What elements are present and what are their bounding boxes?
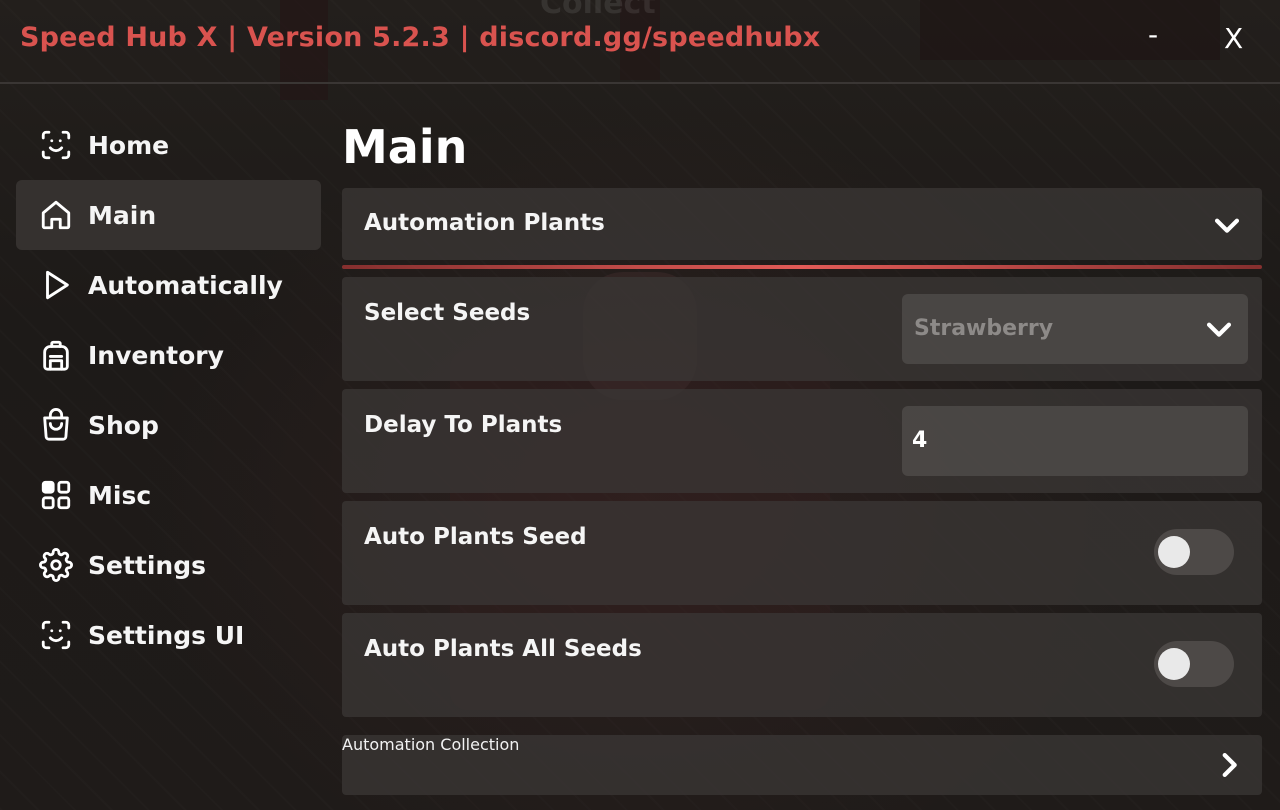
gear-icon: [38, 547, 74, 583]
chevron-down-icon: [1214, 218, 1240, 233]
backpack-icon: [38, 337, 74, 373]
sidebar-item-settings[interactable]: Settings: [16, 530, 321, 600]
section-title: Automation Collection: [342, 735, 520, 754]
sidebar-item-label: Settings UI: [88, 620, 245, 650]
auto-plants-all-seeds-row: Auto Plants All Seeds: [342, 613, 1262, 717]
shopping-bag-icon: [38, 407, 74, 443]
sidebar-item-main[interactable]: Main: [16, 180, 321, 250]
select-seeds-row: Select Seeds Strawberry: [342, 277, 1262, 381]
sidebar-item-automatically[interactable]: Automatically: [16, 250, 321, 320]
window-title: Speed Hub X | Version 5.2.3 | discord.gg…: [20, 22, 821, 53]
play-icon: [38, 267, 74, 303]
delay-input-value: 4: [912, 428, 928, 453]
auto-plants-seed-label: Auto Plants Seed: [364, 524, 587, 550]
title-bar: Speed Hub X | Version 5.2.3 | discord.gg…: [0, 0, 1280, 84]
section-automation-plants[interactable]: Automation Plants: [342, 188, 1262, 260]
chevron-right-icon: [1222, 752, 1237, 778]
section-divider: [342, 265, 1262, 269]
sidebar-item-shop[interactable]: Shop: [16, 390, 321, 460]
select-seeds-dropdown[interactable]: Strawberry: [902, 294, 1248, 364]
sidebar-item-label: Shop: [88, 410, 159, 440]
sidebar-item-label: Misc: [88, 480, 152, 510]
page-title: Main: [342, 120, 468, 174]
chevron-down-icon: [1206, 322, 1232, 337]
sidebar-item-settings-ui[interactable]: Settings UI: [16, 600, 321, 670]
dropdown-value: Strawberry: [914, 316, 1054, 341]
delay-input[interactable]: 4: [902, 406, 1248, 476]
sidebar-item-label: Main: [88, 200, 157, 230]
grid-icon: [38, 477, 74, 513]
sidebar-item-inventory[interactable]: Inventory: [16, 320, 321, 390]
sidebar-item-misc[interactable]: Misc: [16, 460, 321, 530]
sidebar-item-label: Automatically: [88, 270, 283, 300]
face-scan-icon: [38, 127, 74, 163]
sidebar-item-home[interactable]: Home: [16, 110, 321, 180]
minimize-button[interactable]: -: [1148, 18, 1158, 51]
delay-to-plants-row: Delay To Plants 4: [342, 389, 1262, 493]
toggle-knob: [1158, 648, 1190, 680]
face-scan-icon: [38, 617, 74, 653]
auto-plants-seed-toggle[interactable]: [1154, 529, 1234, 575]
section-automation-collection[interactable]: Automation Collection: [342, 735, 1262, 795]
sidebar-item-label: Settings: [88, 550, 207, 580]
auto-plants-all-seeds-toggle[interactable]: [1154, 641, 1234, 687]
close-button[interactable]: X: [1224, 22, 1243, 55]
section-title: Automation Plants: [364, 210, 605, 236]
home-icon: [38, 197, 74, 233]
toggle-knob: [1158, 536, 1190, 568]
auto-plants-all-seeds-label: Auto Plants All Seeds: [364, 636, 642, 662]
delay-to-plants-label: Delay To Plants: [364, 412, 563, 438]
sidebar-item-label: Inventory: [88, 340, 224, 370]
select-seeds-label: Select Seeds: [364, 300, 531, 326]
sidebar-item-label: Home: [88, 130, 170, 160]
auto-plants-seed-row: Auto Plants Seed: [342, 501, 1262, 605]
sidebar: Home Main Automatically Inventory Shop M…: [16, 110, 321, 670]
